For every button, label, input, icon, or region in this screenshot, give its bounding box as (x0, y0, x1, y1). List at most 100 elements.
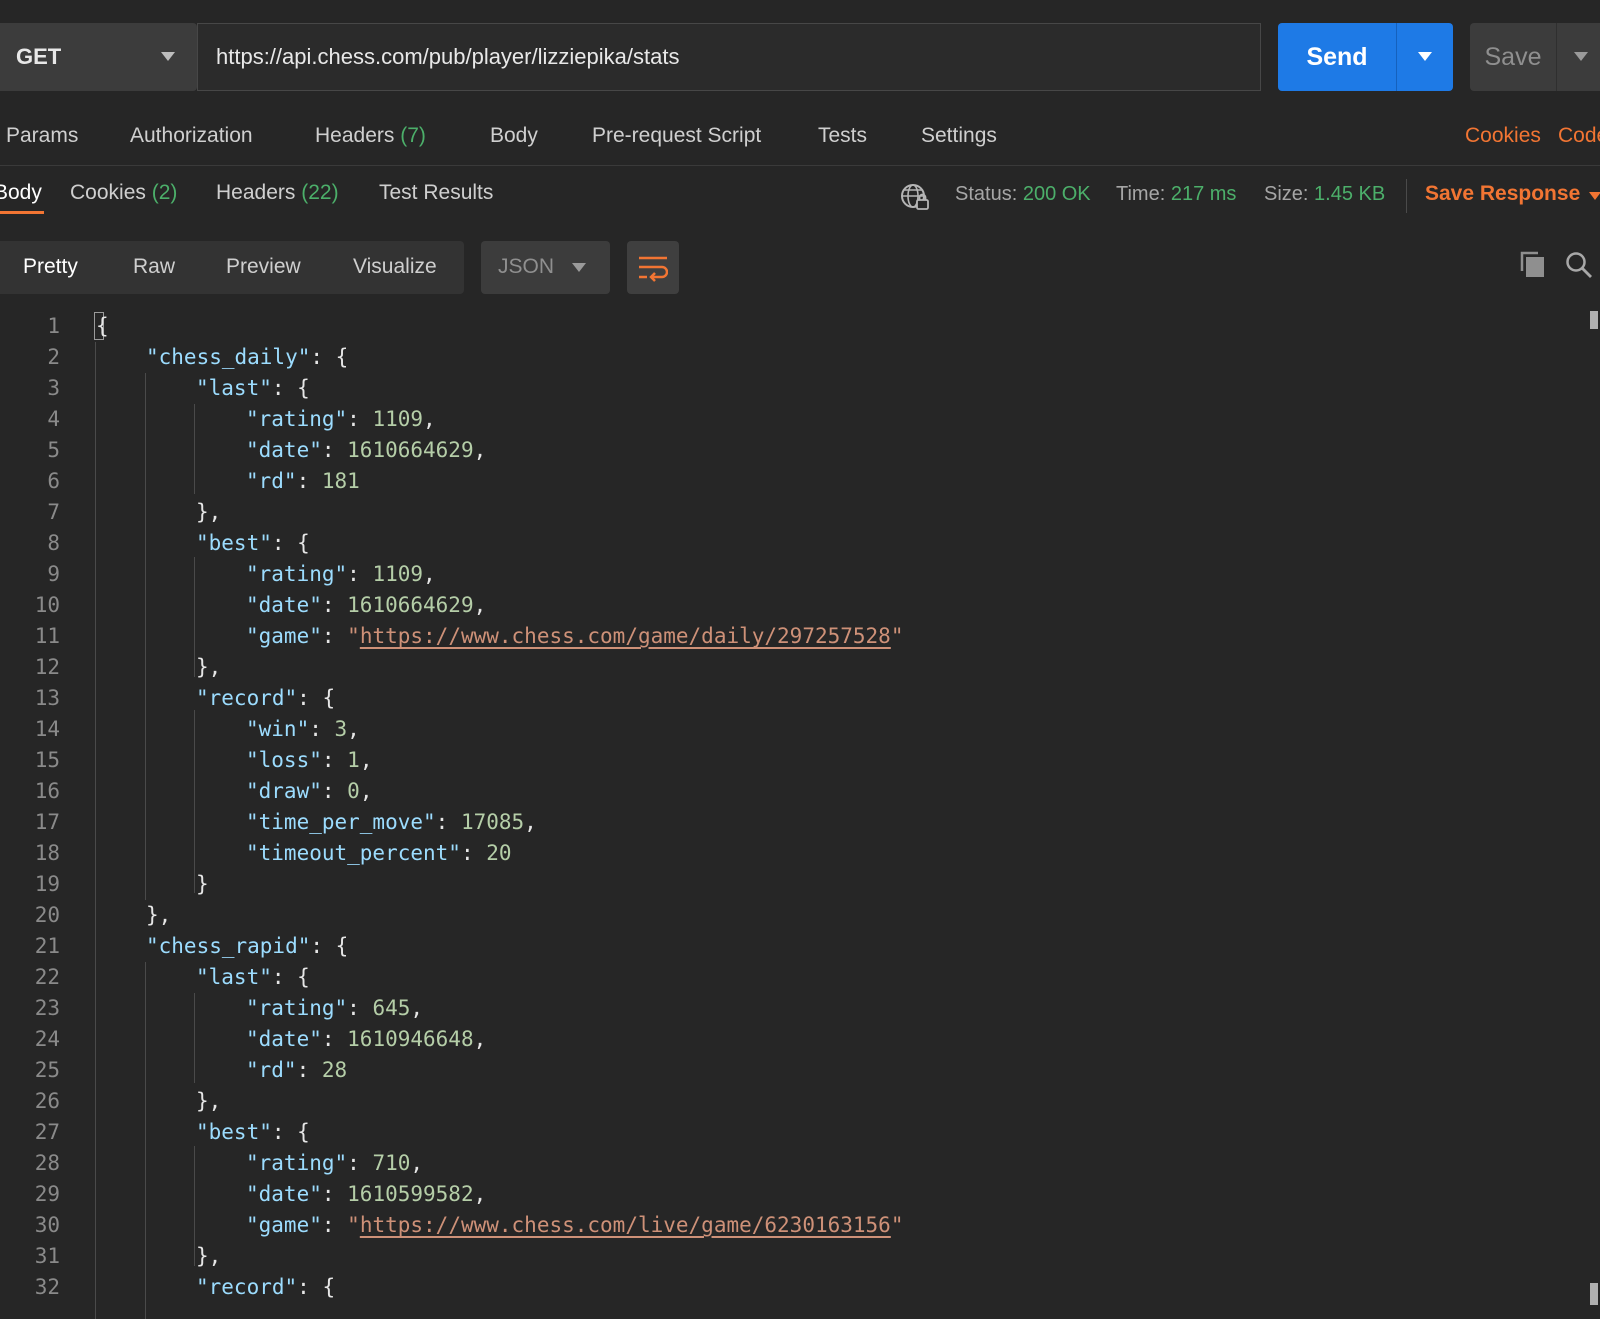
tab-headers[interactable]: Headers (7) (315, 124, 426, 148)
search-icon[interactable] (1565, 251, 1593, 279)
chevron-down-icon[interactable] (1589, 192, 1600, 200)
code-line: 8 "best": { (0, 528, 1580, 559)
line-number: 2 (47, 345, 60, 369)
json-punctuation: }, (146, 903, 172, 927)
code-text: "timeout_percent": 20 (246, 838, 512, 869)
method-label: GET (16, 44, 62, 69)
response-tab-headers-label: Headers (216, 181, 296, 204)
json-punctuation: , (410, 1151, 424, 1175)
code-text: }, (146, 900, 171, 931)
code-line: 21 "chess_rapid": { (0, 931, 1580, 962)
json-punctuation: : { (271, 376, 310, 400)
tab-body[interactable]: Body (490, 124, 538, 148)
json-punctuation: : (347, 407, 373, 431)
json-number: 3 (334, 717, 348, 741)
code-line: 27 "best": { (0, 1117, 1580, 1148)
code-text: "chess_daily": { (146, 342, 348, 373)
json-number: 1109 (372, 562, 424, 586)
code-text: "rating": 710, (246, 1148, 423, 1179)
line-number: 21 (34, 934, 60, 958)
send-options-button[interactable] (1397, 23, 1453, 91)
line-number: 30 (34, 1213, 60, 1237)
view-pretty[interactable]: Pretty (23, 255, 78, 279)
json-url-link[interactable]: https://www.chess.com/game/daily/2972575… (360, 624, 891, 648)
json-key: "draw" (246, 779, 322, 803)
code-text: { (96, 311, 109, 342)
line-number: 19 (34, 872, 60, 896)
json-punctuation: : (321, 779, 348, 803)
line-number: 17 (34, 810, 60, 834)
json-punctuation: : { (310, 345, 349, 369)
line-number: 23 (34, 996, 60, 1020)
code-link[interactable]: Code (1558, 124, 1600, 148)
view-visualize[interactable]: Visualize (353, 255, 437, 279)
json-key: "date" (246, 1182, 322, 1206)
line-number: 26 (34, 1089, 60, 1113)
method-select[interactable]: GET (0, 23, 197, 91)
tab-settings[interactable]: Settings (921, 124, 997, 148)
json-punctuation: }, (196, 500, 222, 524)
line-number: 18 (34, 841, 60, 865)
chevron-down-icon (1574, 52, 1588, 61)
response-tab-test-results[interactable]: Test Results (379, 181, 493, 205)
format-select[interactable]: JSON (481, 241, 610, 294)
view-raw[interactable]: Raw (133, 255, 175, 279)
code-line: 14 "win": 3, (0, 714, 1580, 745)
code-text: "rating": 1109, (246, 404, 436, 435)
json-number: 181 (321, 469, 360, 493)
code-line: 25 "rd": 28 (0, 1055, 1580, 1086)
line-number: 16 (34, 779, 60, 803)
json-punctuation: : (321, 624, 348, 648)
scrollbar[interactable] (1590, 311, 1600, 1319)
globe-lock-icon[interactable] (900, 182, 930, 212)
json-key: "rating" (246, 407, 348, 431)
send-button[interactable]: Send (1278, 23, 1396, 91)
code-line: 13 "record": { (0, 683, 1580, 714)
code-line: 11 "game": "https://www.chess.com/game/da… (0, 621, 1580, 652)
save-button[interactable]: Save (1470, 23, 1556, 91)
json-url-link[interactable]: https://www.chess.com/live/game/62301631… (360, 1213, 891, 1237)
cookies-link[interactable]: Cookies (1465, 124, 1541, 148)
time-label: Time: (1116, 183, 1166, 205)
code-text: }, (196, 497, 221, 528)
code-line: 12}, (0, 652, 1580, 683)
code-text: "best": { (196, 1117, 310, 1148)
response-tab-body[interactable]: Body (0, 181, 42, 205)
line-number: 22 (34, 965, 60, 989)
line-number: 3 (47, 376, 60, 400)
json-key: "record" (196, 686, 298, 710)
json-punctuation: : (296, 1058, 322, 1082)
json-punctuation: : (296, 469, 322, 493)
response-tab-cookies[interactable]: Cookies (2) (70, 181, 177, 205)
status-label: Status: (955, 183, 1018, 205)
code-text: }, (196, 652, 221, 683)
json-quote: " (347, 1213, 360, 1237)
save-response-button[interactable]: Save Response (1425, 182, 1580, 206)
tab-authorization[interactable]: Authorization (130, 124, 253, 148)
view-preview[interactable]: Preview (226, 255, 301, 279)
json-punctuation: }, (196, 655, 222, 679)
tab-prerequest-script[interactable]: Pre-request Script (592, 124, 761, 148)
json-key: "chess_daily" (146, 345, 311, 369)
json-punctuation: : (321, 1213, 348, 1237)
copy-icon[interactable] (1520, 251, 1546, 279)
scrollbar-top-marker (1590, 311, 1598, 329)
response-tab-headers[interactable]: Headers (22) (216, 181, 339, 205)
json-punctuation: }, (196, 1244, 222, 1268)
code-text: "rating": 1109, (246, 559, 436, 590)
tab-params[interactable]: Params (6, 124, 78, 148)
tab-tests[interactable]: Tests (818, 124, 867, 148)
view-toolbar: Pretty Raw Preview Visualize JSON (0, 241, 1600, 295)
code-line: 6 "rd": 181 (0, 466, 1580, 497)
response-body-editor[interactable]: 1{2 "chess_daily": {3 "last": {4 "rating": … (0, 311, 1580, 1319)
url-input[interactable]: https://api.chess.com/pub/player/lizziep… (197, 23, 1261, 91)
word-wrap-button[interactable] (627, 241, 679, 294)
json-punctuation: , (410, 996, 424, 1020)
code-line: 26}, (0, 1086, 1580, 1117)
code-line: 3 "last": { (0, 373, 1580, 404)
json-key: "game" (246, 1213, 322, 1237)
status-value: 200 OK (1022, 183, 1091, 205)
json-punctuation: : { (297, 1275, 336, 1299)
scrollbar-bottom-marker (1590, 1283, 1598, 1305)
response-tab-cookies-count: (2) (151, 181, 178, 204)
